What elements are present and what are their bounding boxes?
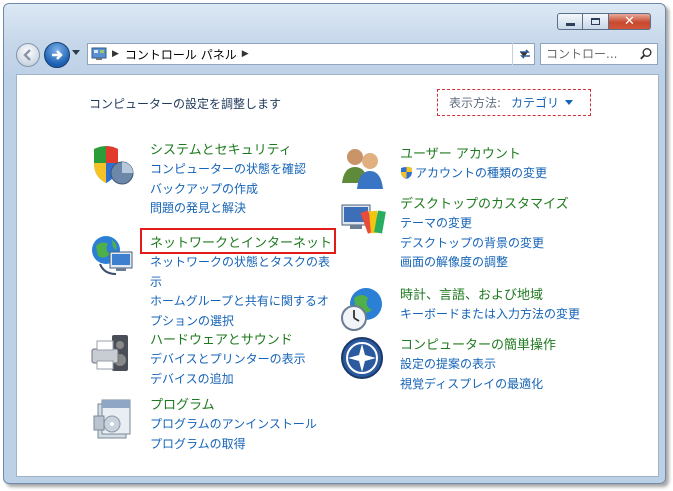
minimize-button[interactable] xyxy=(557,13,583,30)
printer-speaker-icon xyxy=(91,335,128,371)
link-network-status-tasks[interactable]: ネットワークの状態とタスクの表示 xyxy=(150,253,335,292)
address-bar[interactable]: ▶ コントロール パネル ▶ xyxy=(87,43,535,65)
close-button[interactable]: ✕ xyxy=(609,13,651,30)
category-title-clock-language-region[interactable]: 時計、言語、および地域 xyxy=(400,286,580,305)
window-frame: ✕ ▶ コントロール パネル ▶ コンピューターの設定を調整します xyxy=(3,3,666,484)
link-create-backup[interactable]: バックアップの作成 xyxy=(150,180,306,200)
category-title-user-accounts[interactable]: ユーザー アカウント xyxy=(400,145,547,164)
link-adjust-resolution[interactable]: 画面の解像度の調整 xyxy=(400,253,569,273)
page-title: コンピューターの設定を調整します xyxy=(89,97,282,111)
link-optimize-visual-display[interactable]: 視覚ディスプレイの最適化 xyxy=(400,375,556,395)
view-by-label: 表示方法: xyxy=(449,96,502,110)
shield-chart-icon xyxy=(94,146,134,185)
search-box[interactable] xyxy=(540,43,658,65)
link-check-computer-status[interactable]: コンピューターの状態を確認 xyxy=(150,160,306,180)
breadcrumb-control-panel[interactable]: コントロール パネル xyxy=(125,46,237,63)
content-area: コンピューターの設定を調整します 表示方法: カテゴリ システムとセキュリティ … xyxy=(16,74,659,477)
forward-button[interactable] xyxy=(44,42,70,68)
globe-clock-icon xyxy=(341,288,382,331)
link-find-fix-problems[interactable]: 問題の発見と解決 xyxy=(150,199,306,219)
link-change-theme[interactable]: テーマの変更 xyxy=(400,214,569,234)
category-title-personalization[interactable]: デスクトップのカスタマイズ xyxy=(400,195,569,214)
category-title-programs[interactable]: プログラム xyxy=(150,396,317,415)
maximize-icon xyxy=(591,18,600,25)
category-title-system-security[interactable]: システムとセキュリティ xyxy=(150,141,306,160)
link-change-account-type-label: アカウントの種類の変更 xyxy=(415,166,548,180)
link-suggested-settings[interactable]: 設定の提案の表示 xyxy=(400,355,556,375)
link-devices-printers[interactable]: デバイスとプリンターの表示 xyxy=(150,350,306,370)
refresh-icon xyxy=(520,49,530,59)
uac-shield-icon xyxy=(401,166,412,179)
programs-box-icon xyxy=(93,399,131,439)
maximize-button[interactable] xyxy=(583,13,609,30)
close-icon: ✕ xyxy=(624,14,635,29)
search-icon xyxy=(640,48,652,60)
view-by-control[interactable]: 表示方法: カテゴリ xyxy=(437,89,591,116)
link-homegroup-sharing[interactable]: ホームグループと共有に関するオプションの選択 xyxy=(150,292,335,331)
forward-arrow-icon xyxy=(52,50,63,60)
back-button[interactable] xyxy=(16,43,40,67)
window-controls: ✕ xyxy=(557,13,651,30)
breadcrumb-separator-icon: ▶ xyxy=(241,49,249,59)
control-panel-icon xyxy=(91,47,107,60)
link-get-programs[interactable]: プログラムの取得 xyxy=(150,435,317,455)
link-change-keyboard-input[interactable]: キーボードまたは入力方法の変更 xyxy=(400,305,580,325)
chevron-down-icon xyxy=(565,100,574,105)
search-input[interactable] xyxy=(546,47,631,61)
breadcrumb-separator-icon: ▶ xyxy=(112,49,119,59)
recent-pages-dropdown-icon[interactable] xyxy=(72,50,80,55)
link-uninstall-program[interactable]: プログラムのアンインストール xyxy=(150,415,317,435)
ease-of-access-icon xyxy=(341,337,383,379)
back-arrow-icon xyxy=(23,49,31,61)
link-change-account-type[interactable]: アカウントの種類の変更 xyxy=(400,164,547,184)
refresh-button[interactable] xyxy=(512,43,537,65)
personalization-icon xyxy=(341,204,386,234)
link-add-device[interactable]: デバイスの追加 xyxy=(150,370,306,390)
link-change-background[interactable]: デスクトップの背景の変更 xyxy=(400,234,569,254)
category-title-ease-of-access[interactable]: コンピューターの簡単操作 xyxy=(400,336,556,355)
minimize-icon xyxy=(565,23,575,26)
category-title-network-internet[interactable]: ネットワークとインターネット xyxy=(150,234,335,253)
network-globe-icon xyxy=(92,236,133,275)
users-icon xyxy=(342,149,383,189)
view-by-value[interactable]: カテゴリ xyxy=(511,94,559,111)
category-title-hardware-sound[interactable]: ハードウェアとサウンド xyxy=(150,331,306,350)
